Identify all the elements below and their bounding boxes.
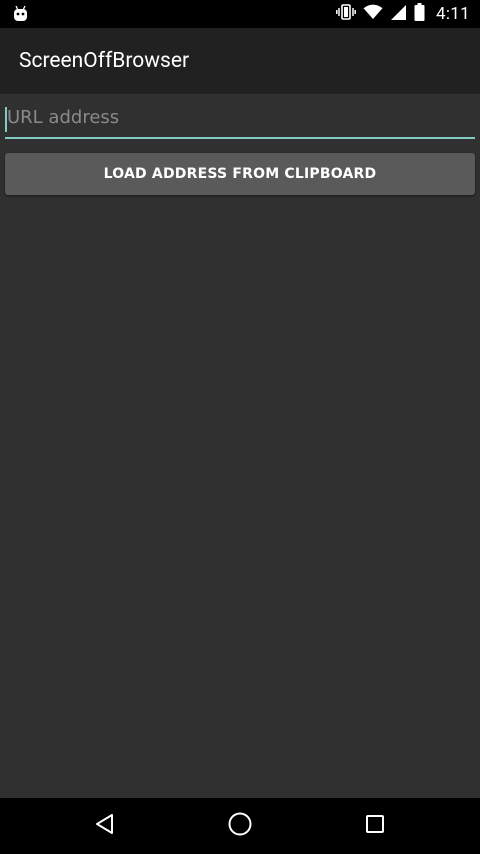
vibrate-icon xyxy=(336,4,356,24)
signal-icon xyxy=(390,4,407,25)
recents-icon xyxy=(365,814,385,838)
load-from-clipboard-button[interactable]: LOAD ADDRESS FROM CLIPBOARD xyxy=(5,153,475,195)
url-address-input[interactable] xyxy=(5,101,475,139)
status-clock: 4:11 xyxy=(436,4,470,24)
status-bar: 4:11 xyxy=(0,0,480,28)
back-icon xyxy=(94,813,116,839)
wifi-icon xyxy=(363,4,383,24)
app-title: ScreenOffBrowser xyxy=(19,49,190,73)
home-icon xyxy=(227,811,253,841)
recents-button[interactable] xyxy=(335,798,415,854)
home-button[interactable] xyxy=(200,798,280,854)
status-icons: 4:11 xyxy=(336,0,470,28)
back-button[interactable] xyxy=(65,798,145,854)
text-cursor xyxy=(5,107,7,132)
navigation-bar xyxy=(0,798,480,854)
action-bar: ScreenOffBrowser xyxy=(0,28,480,94)
android-robot-icon xyxy=(12,5,29,22)
main-content: LOAD ADDRESS FROM CLIPBOARD xyxy=(0,94,480,798)
battery-icon xyxy=(414,3,425,25)
